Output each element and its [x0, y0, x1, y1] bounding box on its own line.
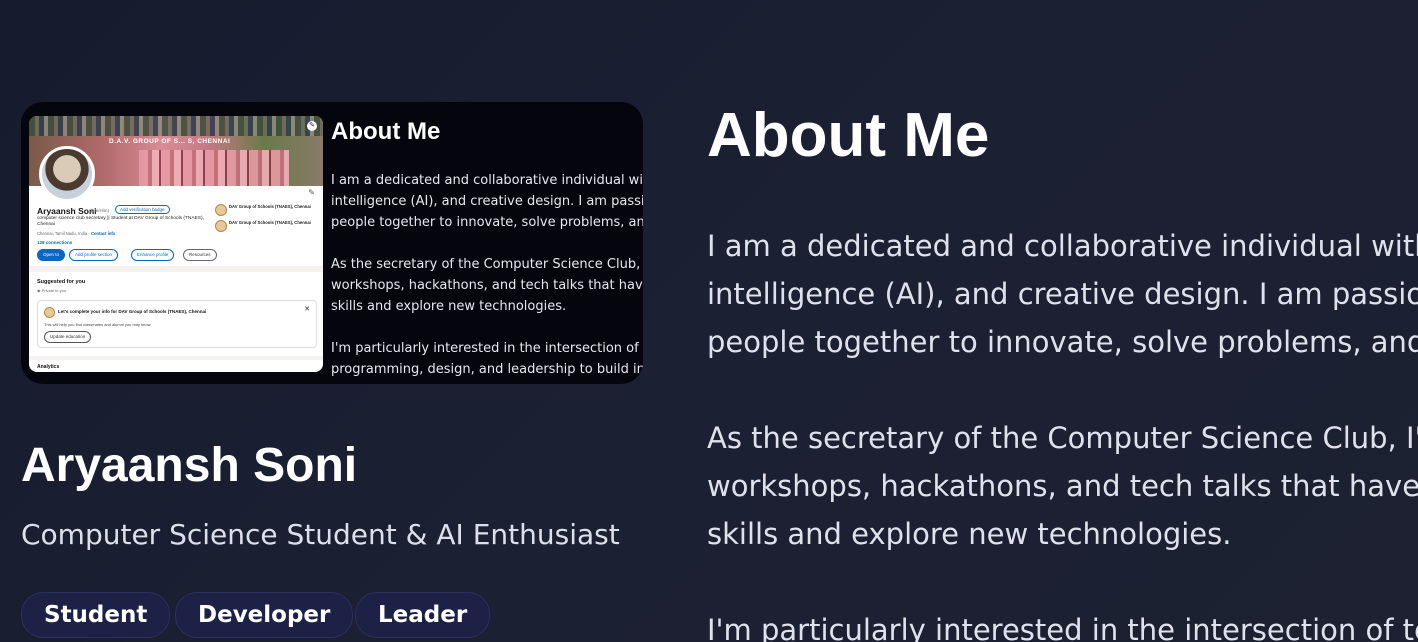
about-body: I am a dedicated and collaborative indiv… — [707, 222, 1418, 642]
suggestion-box: Let's complete your info for DAV Group o… — [37, 300, 317, 348]
card-about-paragraph-3: I'm particularly interested in the inter… — [331, 338, 643, 380]
resources-button: Resources — [183, 249, 217, 261]
card-about-paragraph-1: I am a dedicated and collaborative indiv… — [331, 170, 643, 233]
close-icon: ✕ — [304, 306, 310, 313]
profile-tagline: Computer Science Student & AI Enthusiast — [21, 518, 620, 551]
about-paragraph-3: I'm particularly interested in the inter… — [707, 606, 1418, 642]
card-about-title: About Me — [331, 118, 441, 145]
profile-name-heading: Aryaansh Soni — [21, 439, 358, 492]
private-label-text: Private to you — [41, 288, 67, 293]
linkedin-profile-screenshot: D.A.V. GROUP OF S... S, CHENNAI ✎ ✎ Arya… — [29, 116, 323, 372]
avatar — [39, 146, 95, 202]
text-line: workshops, hackathons, and tech talks th… — [331, 278, 643, 293]
private-label: ◉ Private to you — [37, 288, 66, 293]
profile-name: Aryaansh Soni — [37, 206, 97, 216]
verification-badge-button: Add verification badge — [115, 205, 170, 214]
banner-people — [139, 150, 289, 186]
analytics-title: Analytics — [37, 364, 60, 370]
profile-headline: computer science club secretary || Stude… — [37, 216, 204, 227]
about-title: About Me — [707, 101, 990, 170]
enhance-profile-button: Enhance profile — [131, 249, 175, 261]
text-line: I'm particularly interested in the inter… — [707, 613, 1418, 642]
text-line: As the secretary of the Computer Science… — [331, 257, 643, 272]
banner-crowd — [29, 116, 323, 136]
text-line: I'm particularly interested in the inter… — [331, 341, 643, 356]
banner-text: D.A.V. GROUP OF S... S, CHENNAI — [109, 138, 231, 145]
edit-icon: ✎ — [307, 121, 317, 131]
pencil-icon: ✎ — [308, 188, 315, 197]
tag-leader[interactable]: Leader — [355, 592, 491, 638]
suggestion-subtitle: This will help you find classmates and a… — [44, 322, 152, 327]
text-line: As the secretary of the Computer Science… — [707, 421, 1418, 455]
location-text: Chennai, Tamil Nadu, India · — [37, 231, 91, 236]
text-line: workshops, hackathons, and tech talks th… — [707, 469, 1418, 503]
org-logo-icon — [215, 220, 227, 232]
tag-student[interactable]: Student — [21, 592, 171, 638]
divider — [29, 266, 323, 272]
text-line: programming, design, and leadership to b… — [331, 362, 643, 377]
text-line: I am a dedicated and collaborative indiv… — [331, 173, 643, 188]
divider — [29, 356, 323, 360]
card-about-paragraph-2: As the secretary of the Computer Science… — [331, 254, 643, 317]
text-line: skills and explore new technologies. — [331, 299, 567, 314]
text-line: I am a dedicated and collaborative indiv… — [707, 229, 1418, 263]
contact-info-link: Contact info — [90, 231, 116, 236]
text-line: intelligence (AI), and creative design. … — [707, 277, 1418, 311]
add-profile-section-button: Add profile section — [69, 249, 119, 261]
text-line: intelligence (AI), and creative design. … — [331, 194, 643, 209]
org-logo-icon — [44, 307, 55, 318]
profile-pronouns: (He/Him) — [91, 208, 109, 213]
about-paragraph-2: As the secretary of the Computer Science… — [707, 414, 1418, 558]
org-name: DAV Group of Schools (TNAES), Chennai — [229, 220, 311, 225]
text-line: people together to innovate, solve probl… — [707, 325, 1418, 359]
card-about-section: About Me I am a dedicated and collaborat… — [331, 116, 643, 384]
profile-preview-card[interactable]: D.A.V. GROUP OF S... S, CHENNAI ✎ ✎ Arya… — [21, 102, 643, 384]
connections-count: 128 connections — [37, 240, 73, 245]
profile-location: Chennai, Tamil Nadu, India · Contact inf… — [37, 231, 115, 236]
suggestion-title: Let's complete your info for DAV Group o… — [58, 309, 207, 314]
text-line: skills and explore new technologies. — [707, 517, 1232, 551]
open-to-button: Open to — [37, 249, 66, 261]
text-line: people together to innovate, solve probl… — [331, 215, 643, 230]
org-logo-icon — [215, 204, 227, 216]
tag-developer[interactable]: Developer — [175, 592, 354, 638]
about-paragraph-1: I am a dedicated and collaborative indiv… — [707, 222, 1418, 366]
org-name: DAV Group of Schools (TNAES), Chennai — [229, 204, 311, 209]
suggested-title: Suggested for you — [37, 279, 86, 285]
update-education-button: Update education — [44, 331, 92, 343]
